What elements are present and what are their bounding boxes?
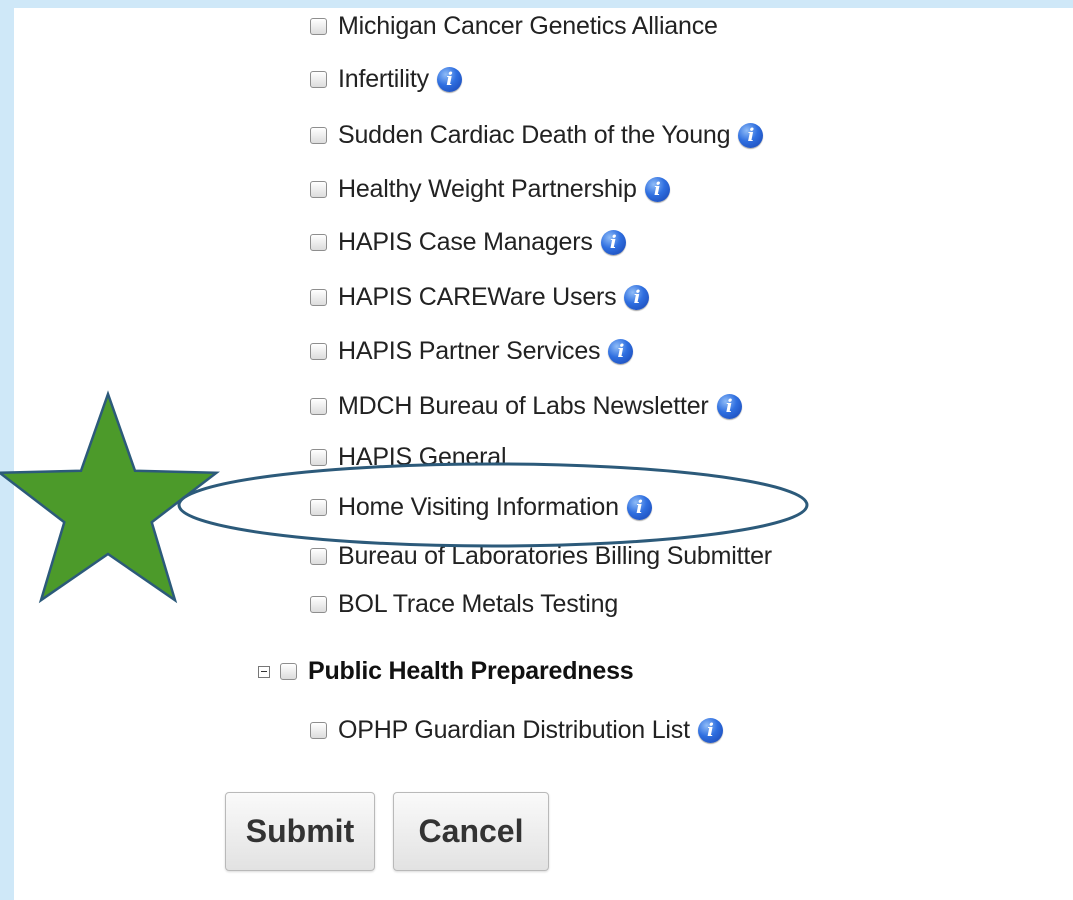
option-ophp-guardian-distribution-list[interactable]: OPHP Guardian Distribution List i (310, 716, 723, 745)
option-label: Healthy Weight Partnership (338, 175, 637, 203)
checkbox[interactable] (310, 289, 327, 306)
checkbox[interactable] (310, 181, 327, 198)
checkbox[interactable] (310, 234, 327, 251)
option-label: OPHP Guardian Distribution List (338, 716, 690, 744)
option-label: Sudden Cardiac Death of the Young (338, 121, 731, 149)
info-icon[interactable]: i (738, 123, 764, 148)
checkbox[interactable] (310, 343, 327, 360)
info-icon[interactable]: i (600, 230, 626, 255)
info-icon[interactable]: i (624, 285, 650, 310)
option-label: Bureau of Laboratories Billing Submitter (338, 542, 772, 570)
option-label: Home Visiting Information (338, 493, 619, 521)
option-hapis-partner-services[interactable]: HAPIS Partner Services i (310, 337, 634, 366)
option-label: HAPIS Case Managers (338, 228, 593, 256)
option-mdch-bureau-of-labs-newsletter[interactable]: MDCH Bureau of Labs Newsletter i (310, 392, 742, 421)
info-icon[interactable]: i (608, 339, 634, 364)
option-label: Michigan Cancer Genetics Alliance (338, 12, 718, 40)
checkbox[interactable] (310, 127, 327, 144)
info-icon[interactable]: i (716, 394, 742, 419)
collapse-icon[interactable] (258, 665, 270, 678)
option-home-visiting-information[interactable]: Home Visiting Information i (310, 493, 652, 522)
option-bureau-of-laboratories-billing-submitter[interactable]: Bureau of Laboratories Billing Submitter (310, 542, 772, 571)
option-michigan-cancer-genetics-alliance[interactable]: Michigan Cancer Genetics Alliance (310, 12, 718, 41)
info-icon[interactable]: i (626, 495, 652, 520)
option-label: HAPIS Partner Services (338, 337, 601, 365)
option-infertility[interactable]: Infertility i (310, 65, 462, 94)
option-label: HAPIS CAREWare Users (338, 283, 617, 311)
option-label: Infertility (338, 65, 429, 93)
info-icon[interactable]: i (697, 718, 723, 743)
option-hapis-case-managers[interactable]: HAPIS Case Managers i (310, 228, 626, 257)
group-checkbox[interactable] (280, 663, 297, 680)
checkbox[interactable] (310, 722, 327, 739)
checkbox[interactable] (310, 18, 327, 35)
checkbox[interactable] (310, 449, 327, 466)
option-hapis-general[interactable]: HAPIS General (310, 443, 507, 472)
submit-button[interactable]: Submit (225, 792, 375, 871)
option-label: MDCH Bureau of Labs Newsletter (338, 392, 709, 420)
option-sudden-cardiac-death-of-the-young[interactable]: Sudden Cardiac Death of the Young i (310, 121, 764, 150)
option-label: BOL Trace Metals Testing (338, 590, 619, 618)
group-header[interactable]: Public Health Preparedness (258, 657, 634, 686)
info-icon[interactable]: i (644, 177, 670, 202)
info-icon[interactable]: i (436, 67, 462, 92)
option-label: HAPIS General (338, 443, 507, 471)
checkbox[interactable] (310, 398, 327, 415)
option-hapis-careware-users[interactable]: HAPIS CAREWare Users i (310, 283, 650, 312)
option-healthy-weight-partnership[interactable]: Healthy Weight Partnership i (310, 175, 670, 204)
cancel-button[interactable]: Cancel (393, 792, 549, 871)
checkbox[interactable] (310, 548, 327, 565)
group-label: Public Health Preparedness (308, 657, 634, 685)
checkbox[interactable] (310, 499, 327, 516)
option-bol-trace-metals-testing[interactable]: BOL Trace Metals Testing (310, 590, 618, 619)
checkbox[interactable] (310, 596, 327, 613)
checkbox[interactable] (310, 71, 327, 88)
